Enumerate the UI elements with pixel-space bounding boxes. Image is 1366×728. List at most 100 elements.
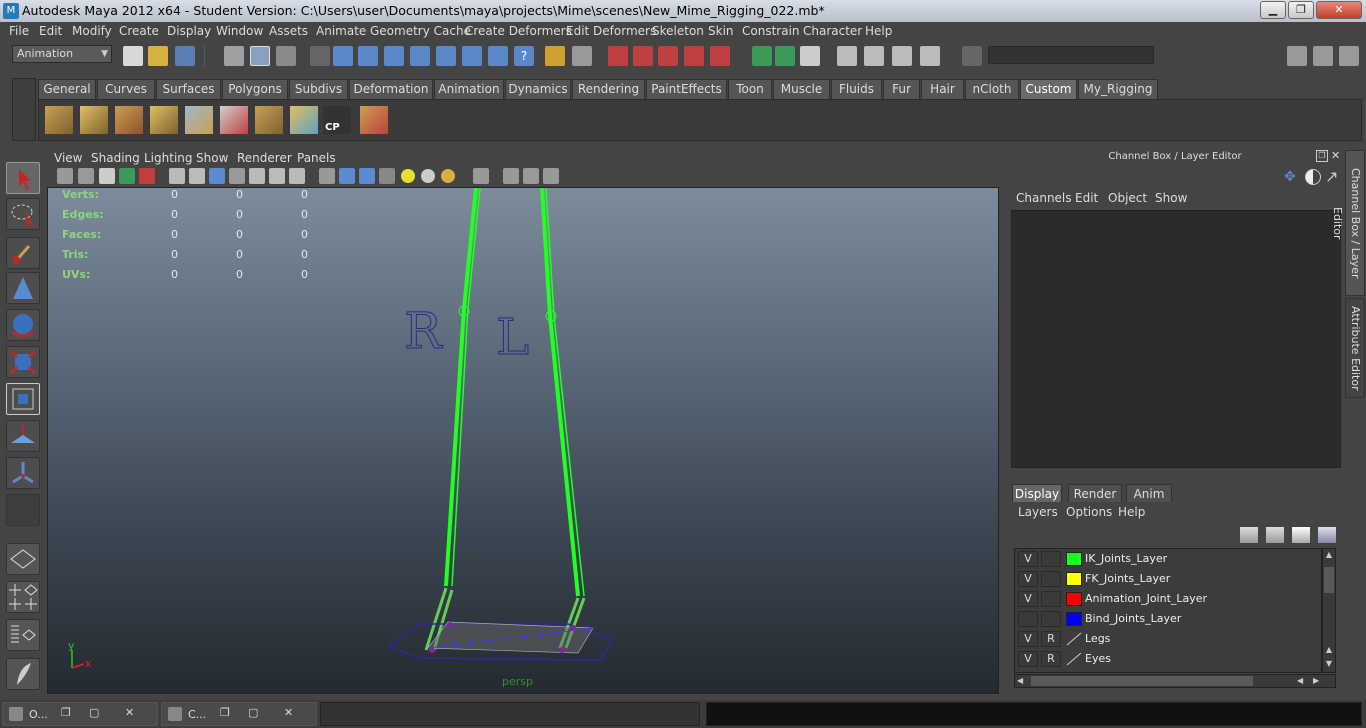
textured-icon[interactable] <box>379 168 395 184</box>
highlight-selection-icon[interactable] <box>572 46 592 66</box>
shelf-tool-icon[interactable] <box>360 106 388 134</box>
layer-menu-layers[interactable]: Layers <box>1018 505 1058 519</box>
shelf-tab-animation[interactable]: Animation <box>434 79 504 99</box>
shelf-tab-polygons[interactable]: Polygons <box>222 79 288 99</box>
new-scene-icon[interactable] <box>123 46 143 66</box>
cb-menu-edit[interactable]: Edit <box>1075 191 1098 205</box>
scroll-up-icon[interactable]: ▲ <box>1324 550 1334 560</box>
render-settings-icon[interactable] <box>920 46 940 66</box>
cb-menu-object[interactable]: Object <box>1108 191 1147 205</box>
snap-plane-icon[interactable] <box>684 46 704 66</box>
lock-icon[interactable] <box>545 46 565 66</box>
single-perspective-layout-icon[interactable] <box>6 543 40 575</box>
menu-constrain[interactable]: Constrain <box>742 24 800 38</box>
scroll-down-icon[interactable]: ▼ <box>1324 659 1334 669</box>
move-layer-down-icon[interactable] <box>1266 527 1284 543</box>
viewport-menu-show[interactable]: Show <box>196 151 228 165</box>
layer-visibility-toggle[interactable]: V <box>1018 551 1038 567</box>
menu-modify[interactable]: Modify <box>72 24 112 38</box>
shelf-tab-rendering[interactable]: Rendering <box>572 79 645 99</box>
layer-editor-icon[interactable] <box>1305 169 1321 185</box>
image-plane-icon[interactable] <box>119 168 135 184</box>
select-tool-icon[interactable] <box>6 162 40 194</box>
shelf-tool-icon[interactable] <box>150 106 178 134</box>
open-scene-icon[interactable] <box>148 46 168 66</box>
shelf-tool-icon[interactable] <box>80 106 108 134</box>
shelf-tab-dynamics[interactable]: Dynamics <box>505 79 571 99</box>
layer-color-swatch[interactable] <box>1066 612 1082 626</box>
universal-manipulator-icon[interactable] <box>6 383 40 415</box>
layer-visibility-toggle[interactable]: V <box>1018 651 1038 667</box>
layer-row[interactable]: Bind_Joints_Layer <box>1015 609 1323 629</box>
layer-color-swatch[interactable] <box>1066 592 1082 606</box>
shelf-tab-subdivs[interactable]: Subdivs <box>289 79 348 99</box>
help-icon[interactable]: ? <box>514 46 534 66</box>
command-line-field[interactable] <box>320 702 700 726</box>
isolate-select-icon[interactable] <box>473 168 489 184</box>
constraint-cp-icon[interactable]: CP <box>323 106 351 134</box>
snap-curve-icon[interactable] <box>633 46 653 66</box>
close-panel-icon[interactable]: ✕ <box>1331 149 1340 162</box>
soft-mod-tool-icon[interactable] <box>6 420 40 452</box>
layer-row[interactable]: V R Legs <box>1015 629 1323 649</box>
shelf-tab-custom[interactable]: Custom <box>1020 79 1077 99</box>
shelf-tab-hair[interactable]: Hair <box>921 79 964 99</box>
scroll-up-icon[interactable]: ▲ <box>1324 645 1334 655</box>
viewport-menu-lighting[interactable]: Lighting <box>144 151 193 165</box>
select-hierarchy-icon[interactable] <box>224 46 244 66</box>
shelf-tab-painteffects[interactable]: PaintEffects <box>646 79 727 99</box>
layer-display-type-toggle[interactable] <box>1041 551 1061 567</box>
tab-channel-box-layer-editor[interactable]: Channel Box / Layer Editor <box>1331 150 1365 296</box>
input-ops-icon[interactable] <box>752 46 772 66</box>
safe-action-icon[interactable] <box>269 168 285 184</box>
minimize-button[interactable]: ▁ <box>1260 1 1286 19</box>
move-layer-up-icon[interactable] <box>1240 527 1258 543</box>
select-camera-icon[interactable] <box>57 168 73 184</box>
move-tool-icon[interactable] <box>6 272 40 304</box>
select-component-icon[interactable] <box>276 46 296 66</box>
menu-skin[interactable]: Skin <box>708 24 734 38</box>
shelf-tool-icon[interactable] <box>45 106 73 134</box>
toggle-channel-box-icon[interactable] <box>1339 46 1359 66</box>
viewport-menu-shading[interactable]: Shading <box>91 151 140 165</box>
select-rendering-icon[interactable] <box>488 46 508 66</box>
output-ops-icon[interactable] <box>775 46 795 66</box>
menu-skeleton[interactable]: Skeleton <box>652 24 704 38</box>
select-object-icon[interactable] <box>250 46 270 66</box>
layer-list-hscrollbar[interactable]: ◀ ◀ ▶ <box>1014 674 1336 688</box>
select-curves-icon[interactable] <box>384 46 404 66</box>
shelf-tab-toon[interactable]: Toon <box>728 79 772 99</box>
shelf-tab-curves[interactable]: Curves <box>97 79 155 99</box>
minimized-window[interactable]: C... ❐ ▢ ✕ <box>161 702 317 726</box>
channel-box-body[interactable] <box>1011 210 1341 468</box>
maximize-button[interactable]: ❐ <box>1288 1 1314 19</box>
layer-no-color-icon[interactable] <box>1066 632 1082 646</box>
resolution-gate-icon[interactable] <box>209 168 225 184</box>
layer-display-type-toggle[interactable] <box>1041 571 1061 587</box>
right-control-letter[interactable]: R <box>404 306 443 357</box>
viewport-menu-view[interactable]: View <box>54 151 82 165</box>
layer-menu-help[interactable]: Help <box>1118 505 1145 519</box>
wireframe-icon[interactable] <box>319 168 335 184</box>
scroll-thumb[interactable] <box>1324 567 1334 593</box>
shelf-tab-fluids[interactable]: Fluids <box>831 79 882 99</box>
channel-box-icon[interactable]: ✥ <box>1284 169 1300 185</box>
new-layer-icon[interactable] <box>1292 527 1310 543</box>
menu-edit[interactable]: Edit <box>39 24 62 38</box>
layer-tab-display[interactable]: Display <box>1012 484 1062 502</box>
snap-grid-icon[interactable] <box>608 46 628 66</box>
layer-row[interactable]: V R Eyes <box>1015 649 1323 669</box>
menu-animate[interactable]: Animate <box>316 24 366 38</box>
select-joints-icon[interactable] <box>358 46 378 66</box>
select-surfaces-icon[interactable] <box>410 46 430 66</box>
xray-icon[interactable] <box>503 168 519 184</box>
select-handles-icon[interactable] <box>333 46 353 66</box>
default-lighting-icon[interactable] <box>401 169 415 183</box>
minimized-window[interactable]: O... ❐ ▢ ✕ <box>2 702 158 726</box>
menu-assets[interactable]: Assets <box>269 24 308 38</box>
shelf-tab-deformation[interactable]: Deformation <box>349 79 433 99</box>
render-current-icon[interactable] <box>864 46 884 66</box>
quick-select-icon[interactable] <box>962 46 982 66</box>
restore-icon[interactable]: ❐ <box>220 706 230 719</box>
cb-menu-show[interactable]: Show <box>1155 191 1187 205</box>
